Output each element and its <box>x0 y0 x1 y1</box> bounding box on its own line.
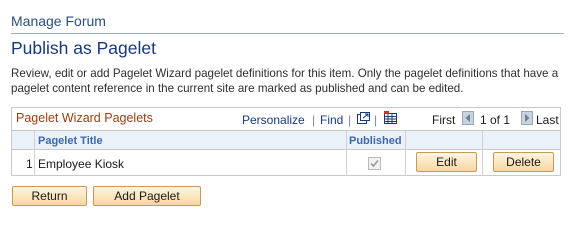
checkbox-icon <box>368 157 381 170</box>
add-pagelet-button[interactable]: Add Pagelet <box>93 186 201 206</box>
last-label: Last <box>536 113 559 127</box>
breadcrumb-divider <box>11 33 564 34</box>
toolbar-separator: | <box>348 113 352 127</box>
breadcrumb: Manage Forum <box>11 13 106 29</box>
column-header-published[interactable]: Published <box>349 135 402 147</box>
page-title: Publish as Pagelet <box>11 38 156 58</box>
delete-button[interactable]: Delete <box>493 152 554 172</box>
column-header-title[interactable]: Pagelet Title <box>38 135 103 147</box>
toolbar-separator: | <box>374 113 378 127</box>
find-link[interactable]: Find <box>320 113 343 127</box>
page-description: Review, edit or add Pagelet Wizard pagel… <box>11 67 559 95</box>
page-count: 1 of 1 <box>480 113 511 127</box>
download-grid-icon[interactable] <box>383 111 398 125</box>
return-button[interactable]: Return <box>12 186 87 206</box>
next-arrow-icon[interactable] <box>521 111 533 125</box>
pagelets-grid: Pagelet Wizard Pagelets Personalize | Fi… <box>11 107 561 176</box>
personalize-link[interactable]: Personalize <box>242 113 305 127</box>
column-header-row: Pagelet Title Published <box>12 130 560 150</box>
edit-button[interactable]: Edit <box>416 152 477 172</box>
row-number: 1 <box>26 157 33 171</box>
prev-arrow-icon[interactable] <box>462 111 474 125</box>
table-row: 1 Employee Kiosk Edit Delete <box>12 150 560 176</box>
pagelet-title: Employee Kiosk <box>38 157 125 171</box>
first-label: First <box>432 113 456 127</box>
view-all-icon[interactable] <box>356 111 370 125</box>
grid-toolbar: Pagelet Wizard Pagelets Personalize | Fi… <box>12 108 560 130</box>
grid-title: Pagelet Wizard Pagelets <box>16 111 153 125</box>
toolbar-separator: | <box>312 113 316 127</box>
